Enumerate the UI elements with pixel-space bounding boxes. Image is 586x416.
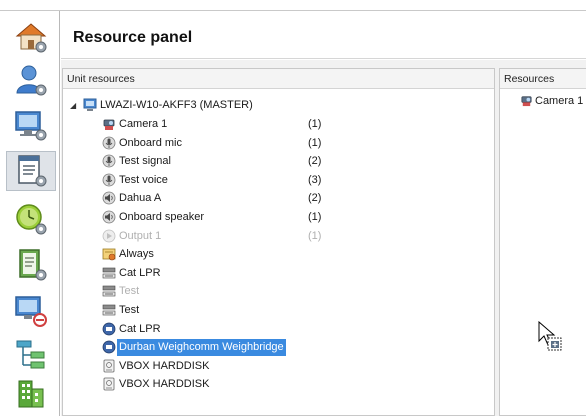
tree-item-label: VBOX HARDDISK bbox=[119, 378, 210, 390]
speaker-icon bbox=[102, 191, 116, 205]
tree-item-label: Test bbox=[119, 285, 140, 297]
clock-gear-icon bbox=[16, 204, 47, 235]
tree-item-label: Dahua A bbox=[119, 192, 162, 204]
tree-item-label: Cat LPR bbox=[119, 267, 161, 279]
monitor-gear-icon bbox=[15, 111, 47, 141]
title-bar-strip bbox=[0, 0, 586, 11]
tree-item-label: VBOX HARDDISK bbox=[119, 360, 210, 372]
unit-resources-header: Unit resources bbox=[63, 69, 494, 89]
document-gear-icon bbox=[18, 155, 47, 187]
tree-item-label: Cat LPR bbox=[119, 323, 161, 335]
speaker-icon bbox=[102, 210, 116, 224]
output-icon bbox=[102, 229, 116, 243]
sidebar-item-network[interactable] bbox=[6, 291, 56, 331]
sidebar bbox=[0, 11, 60, 416]
home-gear-icon bbox=[15, 23, 47, 53]
tree-item-label: Output 1 bbox=[119, 230, 162, 242]
hierarchy-icon bbox=[16, 340, 45, 369]
sidebar-item-home[interactable] bbox=[6, 17, 56, 57]
tree-item-label: Durban Weighcomm Weighbridge bbox=[117, 339, 286, 356]
tree-item-label: Always bbox=[119, 248, 154, 260]
weighbridge-icon bbox=[102, 340, 116, 354]
harddisk-icon bbox=[103, 359, 115, 373]
sidebar-item-users[interactable] bbox=[6, 60, 56, 100]
unit-resources-panel: Unit resources ◢ LWAZI-W10-AKFF3 (MASTER… bbox=[62, 68, 495, 416]
tree-item-count: (3) bbox=[308, 174, 322, 186]
tree-item-label: Camera 1 bbox=[119, 118, 168, 130]
tree-item-count: (1) bbox=[308, 118, 322, 130]
tree-item-label: Test voice bbox=[119, 174, 168, 186]
harddisk-icon bbox=[103, 377, 115, 391]
notebook-gear-icon bbox=[19, 249, 47, 281]
page-title: Resource panel bbox=[73, 29, 193, 46]
resource-item-label: Camera 1 bbox=[535, 95, 584, 107]
resources-panel: Resources Camera 1 bbox=[499, 68, 586, 416]
tree-item-label: Onboard mic bbox=[119, 137, 182, 149]
microphone-icon bbox=[102, 136, 116, 150]
building-icon bbox=[18, 380, 44, 408]
tree-item-label: Onboard speaker bbox=[119, 211, 204, 223]
tree-item-count: (1) bbox=[308, 230, 322, 242]
camera-icon bbox=[103, 119, 115, 130]
lpr-icon bbox=[102, 267, 116, 279]
lpr-blue-icon bbox=[102, 322, 116, 336]
lpr-icon bbox=[102, 285, 116, 297]
microphone-icon bbox=[102, 173, 116, 187]
panel-header: Resource panel bbox=[61, 11, 586, 59]
sidebar-item-logs[interactable] bbox=[6, 245, 56, 285]
drag-cursor-icon bbox=[538, 321, 562, 351]
collapse-arrow-icon[interactable]: ◢ bbox=[70, 101, 76, 110]
user-gear-icon bbox=[16, 65, 47, 96]
sidebar-item-schedules[interactable] bbox=[6, 199, 56, 239]
schedule-icon bbox=[102, 248, 116, 261]
microphone-icon bbox=[102, 154, 116, 168]
resources-header: Resources bbox=[500, 69, 586, 89]
sidebar-item-devices[interactable] bbox=[6, 105, 56, 145]
lpr-icon bbox=[102, 304, 116, 316]
tree-item-count: (2) bbox=[308, 155, 322, 167]
computer-icon bbox=[83, 98, 97, 111]
monitor-alert-icon bbox=[15, 296, 47, 327]
tree-item-label: Test bbox=[119, 304, 140, 316]
tree-item-label: Test signal bbox=[119, 155, 171, 167]
tree-item-count: (1) bbox=[308, 211, 322, 223]
sidebar-item-buildings[interactable] bbox=[6, 373, 56, 413]
camera-icon bbox=[521, 96, 532, 107]
tree-item-count: (1) bbox=[308, 137, 322, 149]
tree-item-count: (2) bbox=[308, 192, 322, 204]
sidebar-item-tree[interactable] bbox=[6, 335, 56, 375]
tree-root-label: LWAZI-W10-AKFF3 (MASTER) bbox=[100, 99, 253, 111]
sidebar-item-resources[interactable] bbox=[6, 151, 56, 191]
